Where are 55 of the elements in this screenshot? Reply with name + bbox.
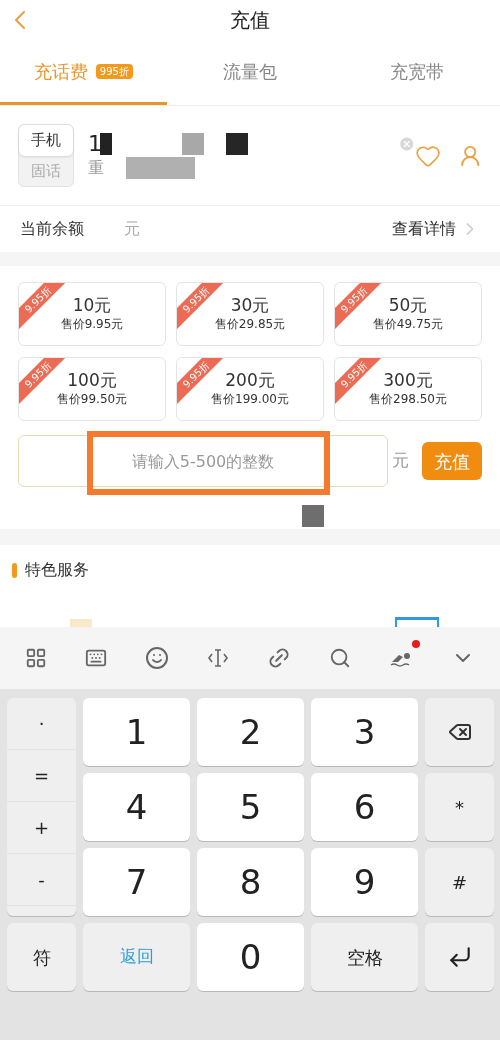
phone-region: 重 [88,156,105,179]
section-title: 特色服务 [25,559,89,581]
side-symbol-key[interactable]: = [7,750,76,802]
digit-key[interactable]: 1 [83,698,190,766]
digit-key[interactable]: 2 [197,698,304,766]
digit-key[interactable]: 5 [197,773,304,841]
digit-key[interactable]: 0 [197,923,304,991]
balance-label: 当前余额 [20,218,84,240]
smile-icon[interactable] [145,646,169,670]
package-price: 售价199.00元 [211,391,289,408]
package-price: 售价29.85元 [214,316,286,333]
symbol-key[interactable]: 空格 [311,923,418,991]
package-price: 售价99.50元 [56,391,128,408]
page-title: 充值 [230,7,270,34]
package-face-value: 10元 [72,295,112,315]
package-face-value: 30元 [230,295,270,315]
phone-number: 1 [88,130,103,158]
package-face-value: 50元 [388,295,428,315]
digit-key[interactable]: 4 [83,773,190,841]
package-price: 售价49.75元 [372,316,444,333]
package-face-value: 200元 [225,370,275,390]
balance-unit: 元 [124,218,140,240]
digit-key[interactable]: 3 [311,698,418,766]
package-face-value: 100元 [67,370,117,390]
package-price: 售价9.95元 [60,316,124,333]
keyboard-icon[interactable] [85,647,107,669]
digit-key[interactable]: 9 [311,848,418,916]
symbol-key[interactable]: 符 [7,923,76,991]
search-icon[interactable] [329,647,351,669]
digit-key[interactable]: 8 [197,848,304,916]
symbol-key[interactable]: # [425,848,494,916]
backspace-key[interactable] [425,698,494,766]
discount-badge: 995折 [95,63,133,79]
redaction-block [226,132,249,155]
digit-key[interactable]: 7 [83,848,190,916]
redaction-block [302,505,324,527]
symbol-key[interactable]: * [425,773,494,841]
section-marker [12,562,17,578]
amount-unit: 元 [392,449,409,473]
grid-icon[interactable] [25,647,47,669]
digit-key[interactable]: 6 [311,773,418,841]
phone-type-option[interactable]: 手机 [19,125,74,156]
tab[interactable]: 流量包 [166,40,334,105]
details-link[interactable]: 查看详情 [392,217,456,241]
side-symbol-key[interactable]: + [7,802,76,854]
amount-field[interactable]: 请输入5-500的整数 [18,435,388,487]
service-icon [70,619,92,627]
redaction-block [100,132,113,155]
side-symbol-key[interactable]: - [7,854,76,906]
enter-key[interactable] [425,923,494,991]
cursor-icon[interactable] [207,647,229,669]
package-face-value: 300元 [383,370,433,390]
tab[interactable]: 充宽带 [333,40,500,105]
package-price: 售价298.50元 [369,391,447,408]
side-symbol-key[interactable]: · [7,698,76,750]
